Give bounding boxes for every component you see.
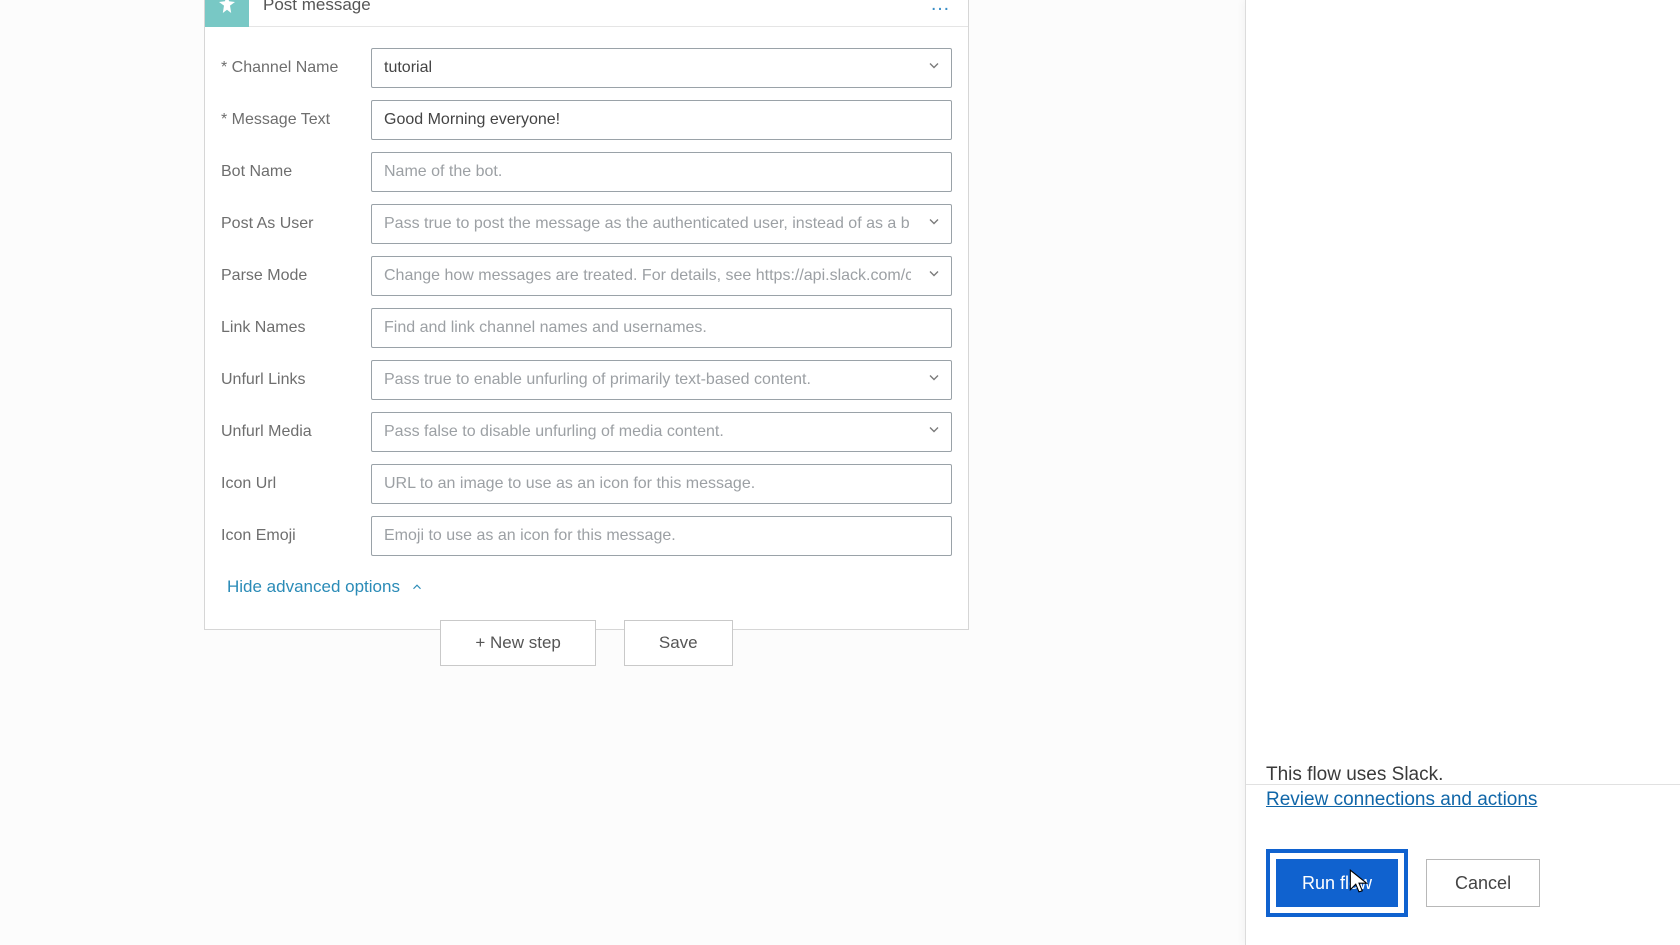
field-bot-name: Bot Name [221,151,952,193]
field-parse-mode: Parse Mode [221,255,952,297]
card-title: Post message [249,0,930,15]
form-body: * Channel Name * Message Text Bot Name [205,27,968,629]
icon-emoji-input[interactable] [371,516,952,556]
review-connections-link[interactable]: Review connections and actions [1266,789,1537,810]
slack-connector-icon [205,0,249,27]
save-button[interactable]: Save [624,620,733,666]
unfurl-media-input[interactable] [371,412,952,452]
post-message-card: Post message … * Channel Name * Message … [204,0,969,630]
main-canvas: Post message … * Channel Name * Message … [0,0,1250,945]
unfurl-links-input[interactable] [371,360,952,400]
link-names-label: Link Names [221,319,371,337]
icon-emoji-label: Icon Emoji [221,527,371,545]
field-channel-name: * Channel Name [221,47,952,89]
field-icon-url: Icon Url [221,463,952,505]
message-text-input[interactable] [371,100,952,140]
divider [1246,784,1680,785]
icon-url-label: Icon Url [221,475,371,493]
channel-name-label: * Channel Name [221,59,371,77]
bot-name-label: Bot Name [221,163,371,181]
field-message-text: * Message Text [221,99,952,141]
card-menu-icon[interactable]: … [930,0,958,16]
chevron-up-icon [410,580,424,594]
panel-footer: This flow uses Slack. Review connections… [1246,764,1680,945]
parse-mode-input[interactable] [371,256,952,296]
run-flow-highlight: Run flow [1266,849,1408,917]
post-as-user-input[interactable] [371,204,952,244]
run-flow-panel: This flow uses Slack. Review connections… [1245,0,1680,945]
link-names-input[interactable] [371,308,952,348]
unfurl-links-label: Unfurl Links [221,371,371,389]
field-icon-emoji: Icon Emoji [221,515,952,557]
bottom-actions: + New step Save [204,620,969,666]
field-post-as-user: Post As User [221,203,952,245]
bot-name-input[interactable] [371,152,952,192]
hide-advanced-label: Hide advanced options [227,577,400,597]
run-flow-button[interactable]: Run flow [1276,859,1398,907]
field-link-names: Link Names [221,307,952,349]
field-unfurl-links: Unfurl Links [221,359,952,401]
new-step-button[interactable]: + New step [440,620,596,666]
hide-advanced-toggle[interactable]: Hide advanced options [221,567,952,619]
card-header: Post message … [205,0,968,27]
flow-uses-text: This flow uses Slack. [1266,764,1660,786]
post-as-user-label: Post As User [221,215,371,233]
message-text-label: * Message Text [221,111,371,129]
unfurl-media-label: Unfurl Media [221,423,371,441]
field-unfurl-media: Unfurl Media [221,411,952,453]
channel-name-input[interactable] [371,48,952,88]
parse-mode-label: Parse Mode [221,267,371,285]
cancel-button[interactable]: Cancel [1426,859,1540,907]
icon-url-input[interactable] [371,464,952,504]
panel-actions: Run flow Cancel [1266,849,1660,917]
